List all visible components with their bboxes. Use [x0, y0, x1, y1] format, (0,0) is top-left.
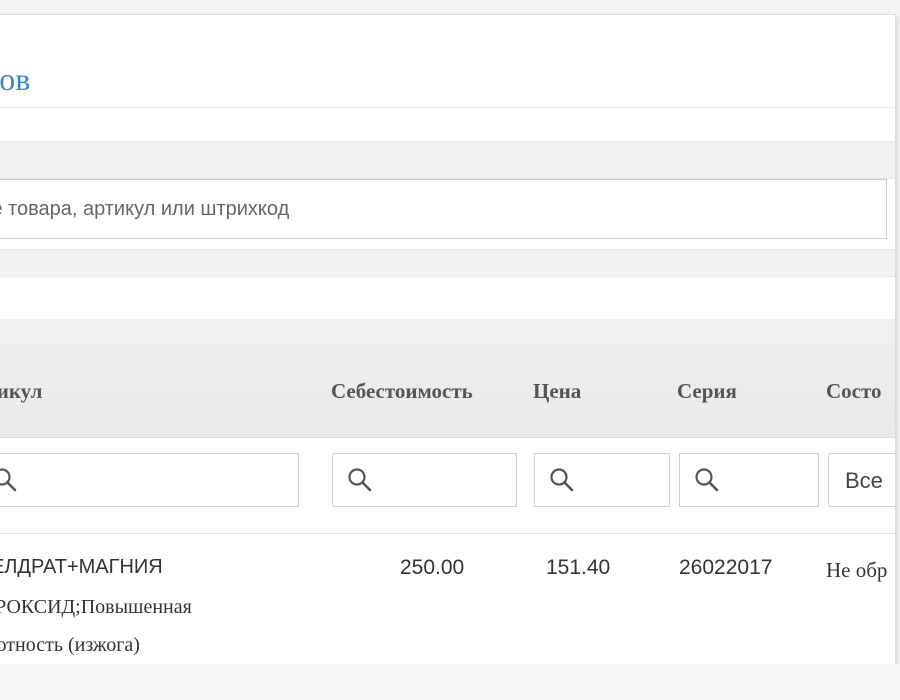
cell-cost: 250.00 [400, 556, 465, 579]
cell-state: Не обр [826, 558, 888, 582]
filter-state-select[interactable]: Все [828, 453, 895, 507]
column-header-state[interactable]: Состо [826, 379, 882, 404]
column-header-cost[interactable]: Себестоимость [331, 379, 473, 404]
page: аров ртикул Себестоимость Цена Серия Сос… [0, 0, 900, 700]
magnifier-icon [695, 468, 719, 492]
column-header-series[interactable]: Серия [677, 379, 737, 404]
product-search-box[interactable] [0, 179, 887, 239]
column-header-price[interactable]: Цена [533, 379, 581, 404]
filter-price[interactable] [534, 453, 670, 507]
table-header: ртикул Себестоимость Цена Серия Состо [0, 319, 895, 438]
cell-price: 151.40 [546, 556, 611, 579]
filter-article[interactable] [0, 453, 299, 507]
toolbar-strip [0, 141, 895, 179]
products-panel: аров ртикул Себестоимость Цена Серия Сос… [0, 14, 896, 666]
column-header-article[interactable]: ртикул [0, 379, 42, 404]
page-title: аров [0, 61, 31, 97]
page-bottom [0, 664, 900, 700]
product-name-line-2: ИДРОКСИД;Повышенная [0, 596, 192, 618]
magnifier-icon [0, 468, 17, 492]
magnifier-icon [348, 468, 372, 492]
filter-cost[interactable] [332, 453, 517, 507]
filter-series[interactable] [679, 453, 819, 507]
filter-state-selected-value: Все [845, 468, 883, 493]
filter-strip [0, 249, 895, 277]
table-row[interactable]: ЛГЕЛДРАТ+МАГНИЯ ИДРОКСИД;Повышенная исло… [0, 533, 895, 665]
product-name-line-3: ислотность (изжога) [0, 634, 140, 656]
product-search-input[interactable] [0, 180, 886, 238]
cell-series: 26022017 [679, 556, 773, 579]
products-table: ртикул Себестоимость Цена Серия Состо [0, 319, 895, 665]
product-name-line-1: ЛГЕЛДРАТ+МАГНИЯ [0, 556, 163, 578]
magnifier-icon [550, 468, 574, 492]
title-bar: аров [0, 21, 895, 108]
